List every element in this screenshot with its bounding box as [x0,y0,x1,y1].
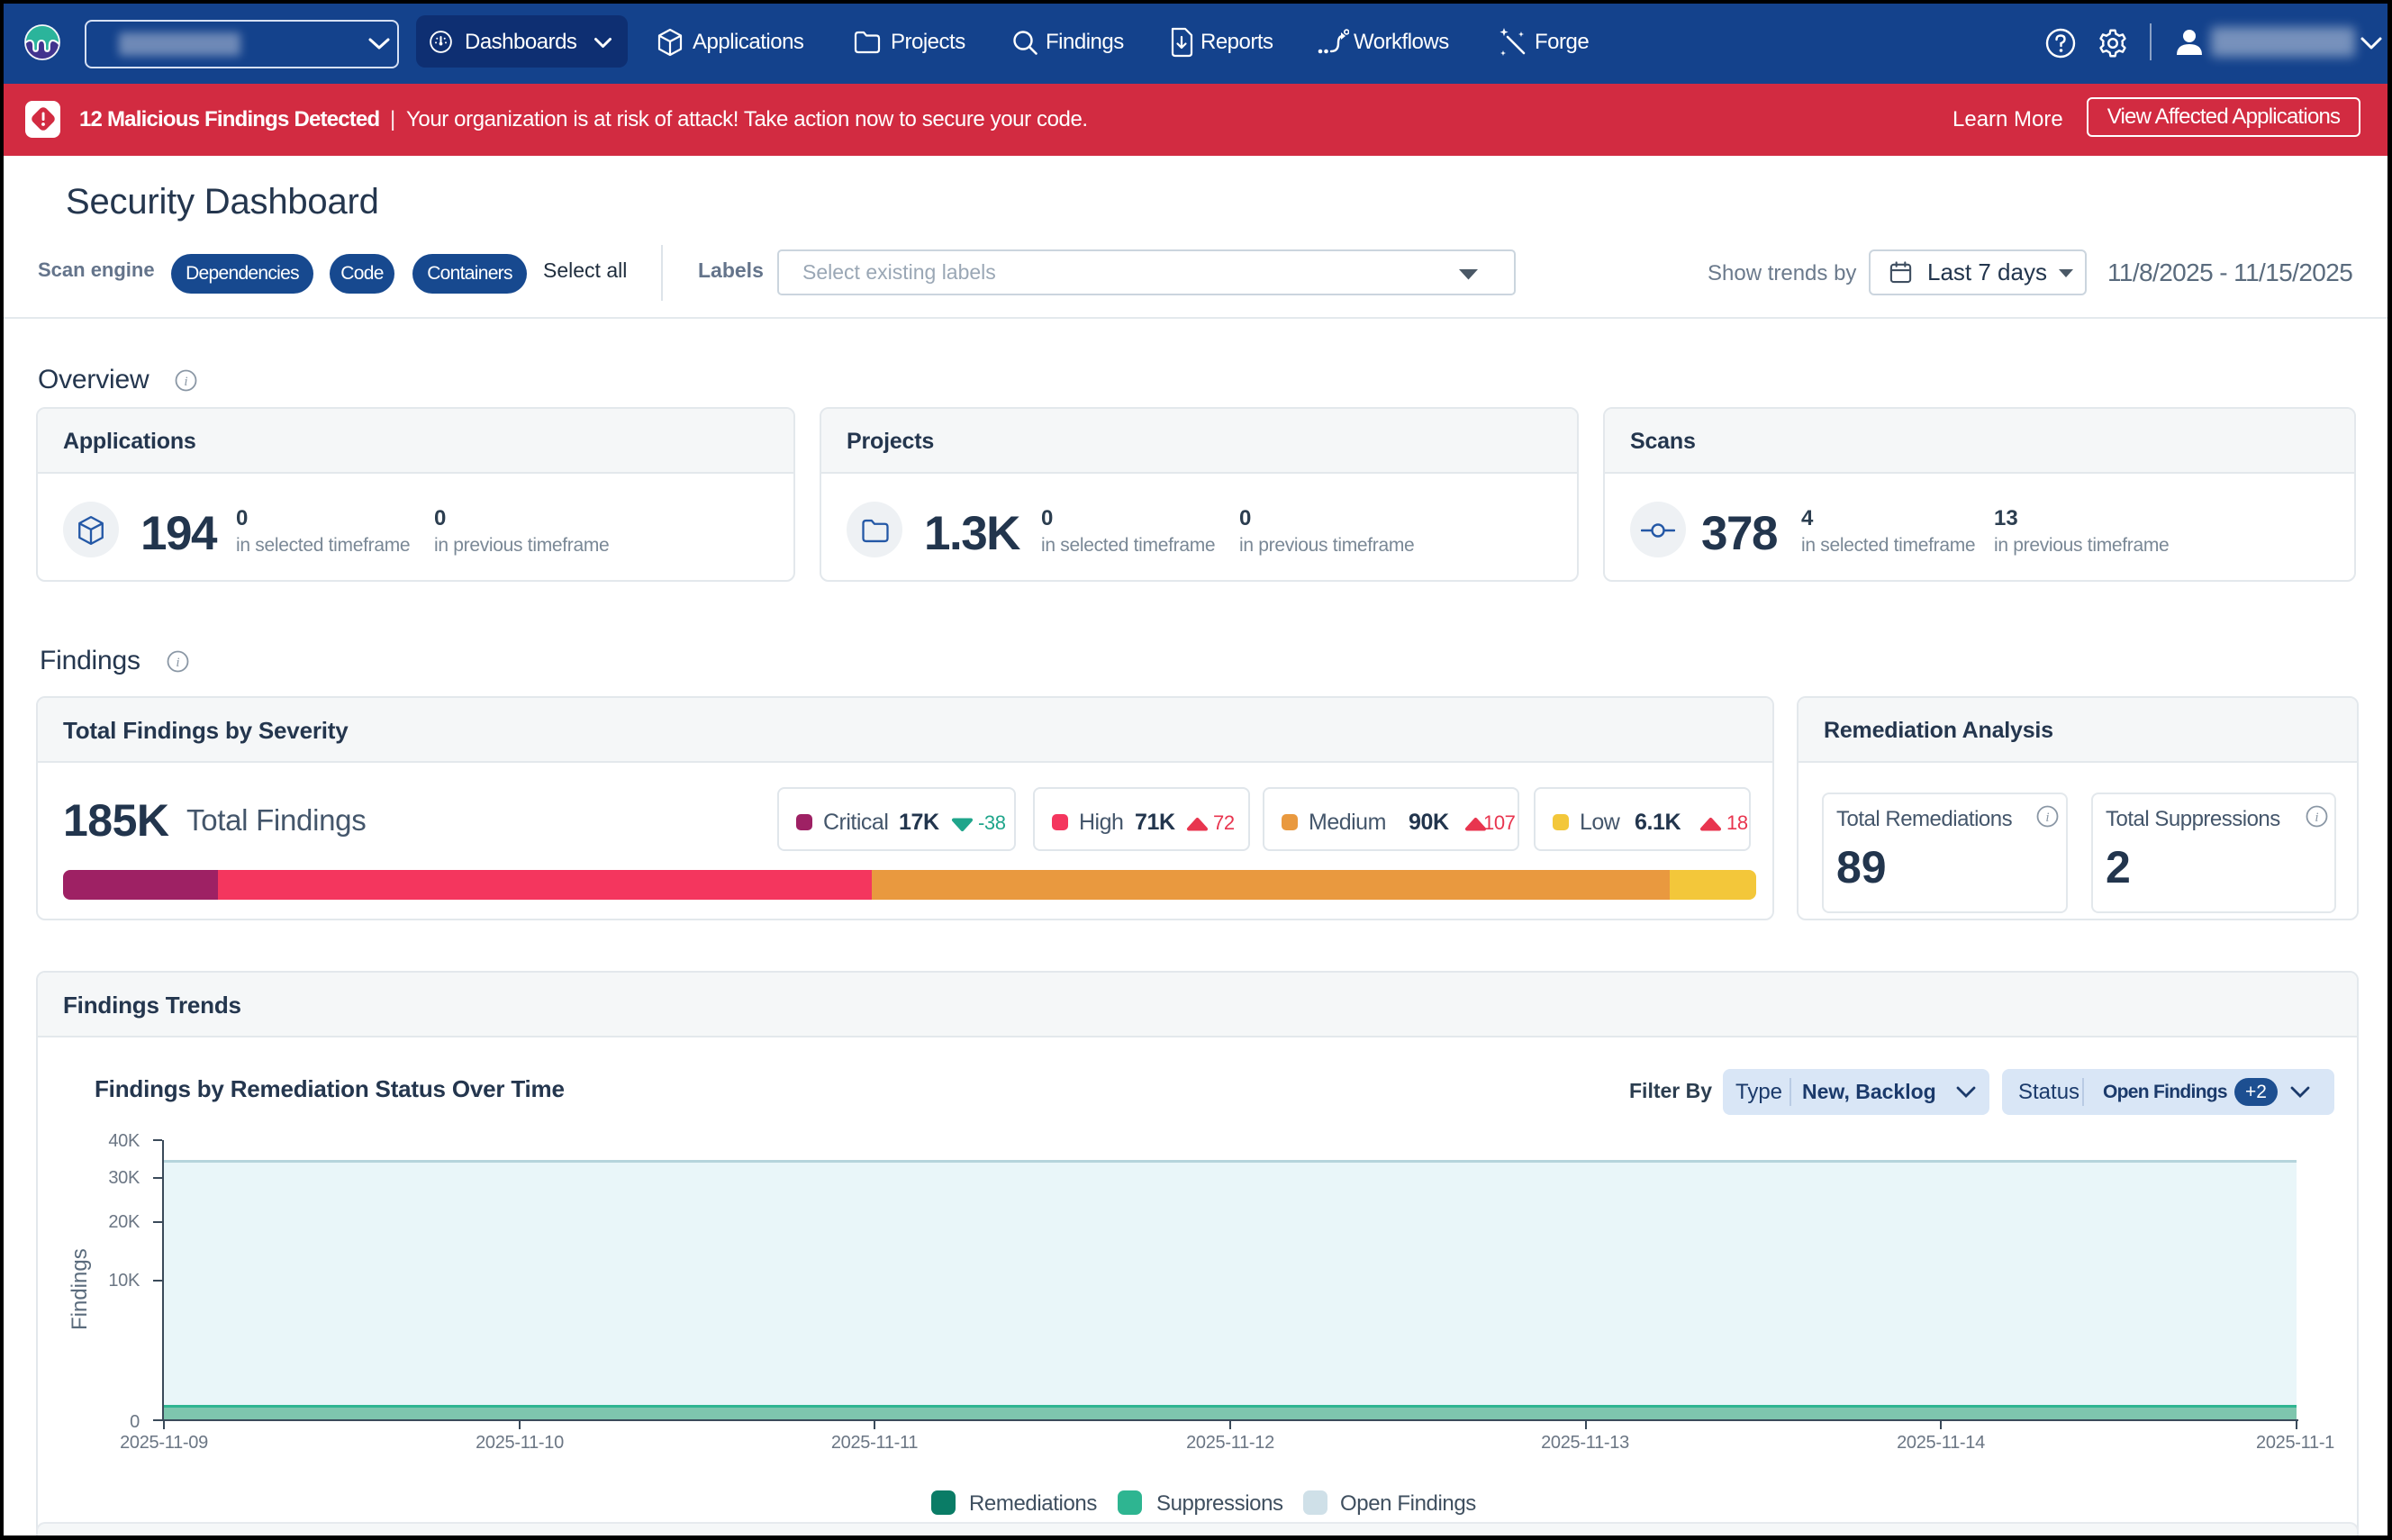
svg-text:i: i [184,375,187,389]
svg-text:i: i [2045,811,2049,825]
svg-text:i: i [176,656,179,670]
svg-text:i: i [2315,811,2318,825]
